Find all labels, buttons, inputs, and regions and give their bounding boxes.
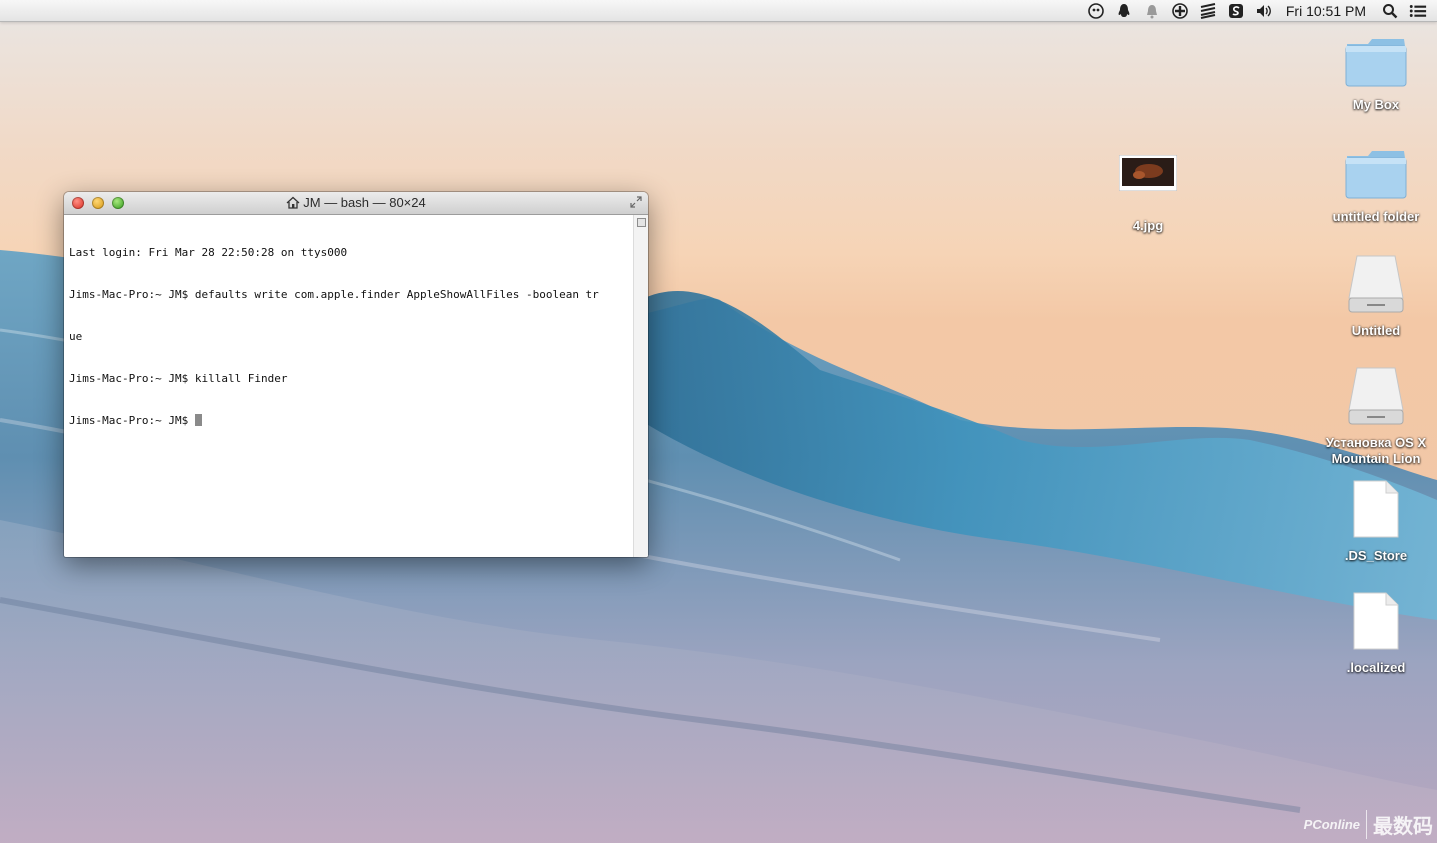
- image-file-icon: [1118, 154, 1178, 192]
- terminal-prompt: Jims-Mac-Pro:~ JM$: [69, 414, 195, 427]
- desktop-icon-label: .localized: [1346, 660, 1406, 675]
- document-icon: [1353, 592, 1399, 650]
- desktop-icon-untitled-drive[interactable]: Untitled: [1321, 254, 1431, 339]
- desktop-icon-label: untitled folder: [1332, 209, 1420, 224]
- desktop-icon-label: My Box: [1352, 97, 1400, 112]
- terminal-line: Jims-Mac-Pro:~ JM$ killall Finder: [69, 372, 288, 385]
- home-icon: [286, 196, 300, 209]
- menu-clock[interactable]: Fri 10:51 PM: [1286, 3, 1366, 19]
- desktop-icon-label: Untitled: [1351, 323, 1401, 338]
- document-icon: [1353, 480, 1399, 538]
- volume-icon[interactable]: [1255, 2, 1273, 20]
- terminal-line: ue: [69, 330, 83, 343]
- desktop-icon-label: .DS_Store: [1344, 548, 1408, 563]
- folder-icon: [1345, 39, 1407, 87]
- desktop-icon-label: 4.jpg: [1132, 218, 1164, 233]
- terminal-output[interactable]: Last login: Fri Mar 28 22:50:28 on ttys0…: [64, 215, 633, 557]
- desktop-icon-ds-store[interactable]: .DS_Store: [1321, 479, 1431, 564]
- scrollbar-button[interactable]: [636, 218, 646, 227]
- desktop-icon-my-box[interactable]: My Box: [1321, 36, 1431, 113]
- desktop-icon-untitled-folder[interactable]: untitled folder: [1321, 148, 1431, 225]
- fullscreen-icon[interactable]: [629, 196, 643, 210]
- game-icon[interactable]: [1171, 2, 1189, 20]
- tweetbot-icon[interactable]: [1087, 2, 1105, 20]
- watermark-text: 最数码: [1366, 810, 1433, 839]
- drive-icon: [1348, 255, 1404, 313]
- sketch-app-icon[interactable]: [1227, 2, 1245, 20]
- stack-icon[interactable]: [1199, 2, 1217, 20]
- qq-icon[interactable]: [1115, 2, 1133, 20]
- notification-bell-icon[interactable]: [1143, 2, 1161, 20]
- drive-icon: [1348, 367, 1404, 425]
- desktop-icon-localized[interactable]: .localized: [1321, 591, 1431, 676]
- desktop-icon-installer-drive[interactable]: Установка OS X Mountain Lion: [1321, 366, 1431, 467]
- watermark: PConline 最数码: [1304, 810, 1433, 839]
- desktop-icon-label: Установка OS X Mountain Lion: [1325, 435, 1427, 466]
- terminal-window[interactable]: JM — bash — 80×24 Last login: Fri Mar 28…: [64, 192, 648, 557]
- window-title: JM — bash — 80×24: [64, 195, 648, 210]
- window-title-text: JM — bash — 80×24: [303, 195, 426, 210]
- folder-icon: [1345, 151, 1407, 199]
- terminal-scrollbar[interactable]: [633, 215, 648, 557]
- menu-bar: Fri 10:51 PM: [0, 0, 1437, 22]
- desktop-icon-4-jpg[interactable]: 4.jpg: [1093, 154, 1203, 234]
- notification-center-icon[interactable]: [1409, 2, 1427, 20]
- terminal-cursor: [194, 414, 202, 426]
- terminal-titlebar[interactable]: JM — bash — 80×24: [64, 192, 648, 215]
- terminal-line: Jims-Mac-Pro:~ JM$ defaults write com.ap…: [69, 288, 599, 301]
- watermark-brand: PConline: [1303, 817, 1360, 832]
- spotlight-search-icon[interactable]: [1381, 2, 1399, 20]
- terminal-line: Last login: Fri Mar 28 22:50:28 on ttys0…: [69, 246, 348, 259]
